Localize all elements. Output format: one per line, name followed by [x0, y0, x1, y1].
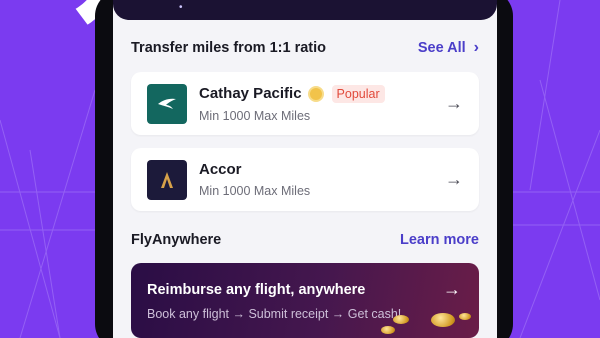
arrow-right-icon[interactable]: →: [445, 93, 463, 114]
medal-icon: [307, 85, 324, 102]
decorative-dot: •: [179, 2, 183, 13]
popular-badge: Popular: [331, 84, 385, 103]
transfer-section-title: Transfer miles from 1:1 ratio: [131, 40, 327, 56]
flyanywhere-title: FlyAnywhere: [131, 232, 222, 248]
partner-subtitle: Min 1000 Max Miles: [199, 108, 311, 123]
chevron-right-icon: ›: [473, 39, 479, 56]
coin-icon: [393, 315, 409, 324]
learn-more-link[interactable]: Learn more: [400, 232, 479, 248]
arrow-right-icon[interactable]: →: [445, 169, 463, 190]
partner-name: Cathay Pacific: [199, 85, 302, 102]
cathay-logo-icon: [147, 83, 187, 124]
partner-name-row: Cathay Pacific Popular: [199, 84, 445, 103]
coin-icon: [381, 326, 395, 334]
partner-card-accor[interactable]: Accor Min 1000 Max Miles →: [131, 148, 479, 211]
transfer-section-header: Transfer miles from 1:1 ratio See All ›: [131, 38, 479, 58]
accor-logo-icon: [147, 159, 187, 200]
partner-subtitle: Min 1000 Max Miles: [199, 184, 311, 198]
partner-info: Accor Min 1000 Max Miles: [199, 161, 445, 198]
arrow-right-icon[interactable]: →: [443, 279, 461, 300]
reimburse-flight-banner[interactable]: Reimburse any flight, anywhere Book any …: [131, 263, 479, 338]
header-banner: •: [113, 0, 497, 20]
see-all-link[interactable]: See All ›: [418, 39, 479, 57]
flyanywhere-section-header: FlyAnywhere Learn more: [131, 230, 479, 250]
partner-info: Cathay Pacific Popular Min 1000 Max Mile…: [199, 84, 445, 123]
partner-name: Accor: [199, 161, 242, 178]
see-all-label: See All: [417, 40, 466, 56]
app-screen: • Transfer miles from 1:1 ratio See All …: [113, 0, 497, 338]
partner-card-cathay-pacific[interactable]: Cathay Pacific Popular Min 1000 Max Mile…: [131, 72, 479, 135]
promo-subtitle: Book any flight → Submit receipt → Get c…: [147, 307, 402, 321]
coin-icon: [431, 313, 455, 327]
promo-title: Reimburse any flight, anywhere: [147, 282, 366, 298]
partner-name-row: Accor: [199, 161, 445, 178]
coin-icon: [459, 313, 471, 320]
